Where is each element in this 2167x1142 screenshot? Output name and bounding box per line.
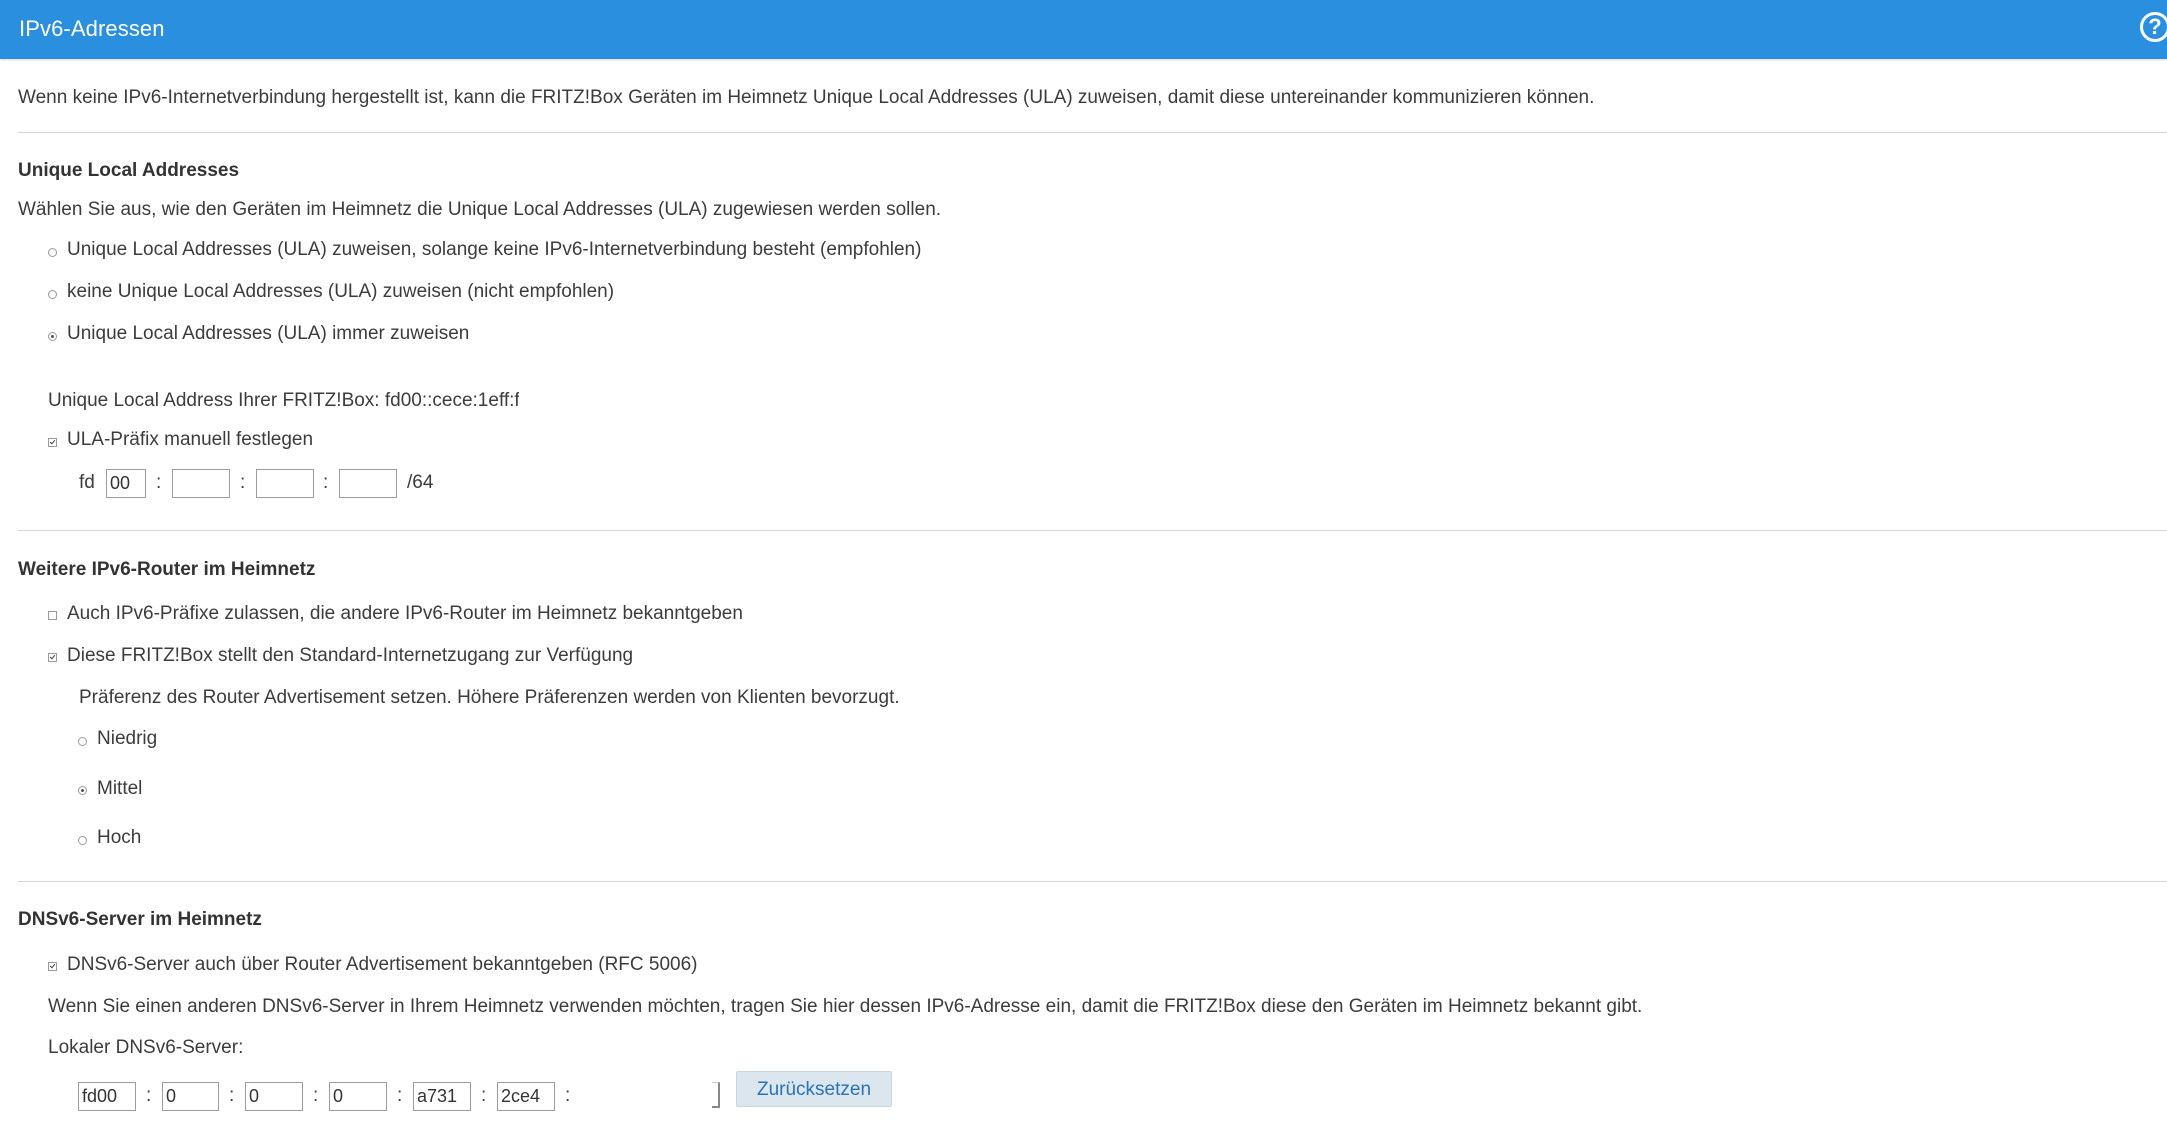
intro-text: Wenn keine IPv6-Internetverbindung herge… (18, 87, 1595, 108)
dns-separator: : (397, 1085, 403, 1106)
dns-field-1[interactable] (78, 1082, 136, 1111)
divider (18, 881, 2167, 882)
divider (18, 132, 2167, 133)
dns-field-2[interactable] (162, 1082, 219, 1111)
prefix-separator: : (156, 472, 162, 493)
help-icon[interactable]: ? (2140, 12, 2167, 42)
ula-option-radio-3[interactable] (48, 332, 57, 341)
reset-button[interactable]: Zurücksetzen (736, 1071, 892, 1107)
dns-field-6[interactable] (497, 1082, 555, 1111)
prefix-suffix: /64 (407, 472, 434, 493)
prefix-separator: : (240, 472, 246, 493)
allow-prefixes-label[interactable]: Auch IPv6-Präfixe zulassen, die andere I… (67, 603, 743, 625)
preference-label-medium[interactable]: Mittel (97, 778, 142, 800)
dns-separator: : (229, 1085, 235, 1106)
default-gateway-checkbox[interactable] (48, 653, 57, 662)
prefix-lead: fd (79, 472, 95, 493)
ula-option-label-3[interactable]: Unique Local Addresses (ULA) immer zuwei… (67, 323, 469, 345)
dns-field-5[interactable] (413, 1082, 471, 1111)
prefix-field-1[interactable] (106, 469, 146, 498)
ula-manual-prefix-label[interactable]: ULA-Präfix manuell festlegen (67, 429, 313, 451)
dns-heading: DNSv6-Server im Heimnetz (18, 909, 262, 930)
prefix-field-2[interactable] (172, 469, 230, 498)
prefix-separator: : (323, 472, 329, 493)
title-bar: IPv6-Adressen ? (0, 0, 2167, 59)
ula-option-radio-1[interactable] (48, 248, 57, 257)
dns-local-label: Lokaler DNSv6-Server: (48, 1037, 244, 1058)
prefix-field-4[interactable] (339, 469, 397, 498)
dns-field-edge (712, 1082, 720, 1108)
prefix-field-3[interactable] (256, 469, 314, 498)
ula-option-label-2[interactable]: keine Unique Local Addresses (ULA) zuwei… (67, 281, 614, 303)
dns-advertise-label[interactable]: DNSv6-Server auch über Router Advertisem… (67, 954, 698, 976)
ula-option-label-1[interactable]: Unique Local Addresses (ULA) zuweisen, s… (67, 239, 921, 261)
ula-address-text: Unique Local Address Ihrer FRITZ!Box: fd… (48, 390, 519, 411)
ula-heading: Unique Local Addresses (18, 160, 240, 181)
preference-label-low[interactable]: Niedrig (97, 728, 157, 750)
preference-radio-high[interactable] (78, 836, 87, 845)
dns-info-text: Wenn Sie einen anderen DNSv6-Server in I… (48, 996, 1643, 1017)
allow-prefixes-checkbox[interactable] (48, 611, 57, 620)
default-gateway-label[interactable]: Diese FRITZ!Box stellt den Standard-Inte… (67, 645, 633, 667)
preference-radio-low[interactable] (78, 737, 87, 746)
dns-separator: : (481, 1085, 487, 1106)
routers-heading: Weitere IPv6-Router im Heimnetz (18, 559, 316, 580)
page-title: IPv6-Adressen (19, 16, 165, 41)
dns-field-4[interactable] (329, 1082, 387, 1111)
ula-description: Wählen Sie aus, wie den Geräten im Heimn… (18, 199, 942, 220)
dns-separator: : (146, 1085, 152, 1106)
dns-separator: : (565, 1085, 571, 1106)
divider (18, 530, 2167, 531)
dns-field-3[interactable] (245, 1082, 303, 1111)
ula-manual-prefix-checkbox[interactable] (48, 438, 57, 447)
dns-separator: : (313, 1085, 319, 1106)
preference-label-high[interactable]: Hoch (97, 827, 141, 849)
dns-advertise-checkbox[interactable] (48, 962, 57, 971)
preference-text: Präferenz des Router Advertisement setze… (79, 687, 900, 708)
preference-radio-medium[interactable] (78, 786, 87, 795)
ula-option-radio-2[interactable] (48, 290, 57, 299)
